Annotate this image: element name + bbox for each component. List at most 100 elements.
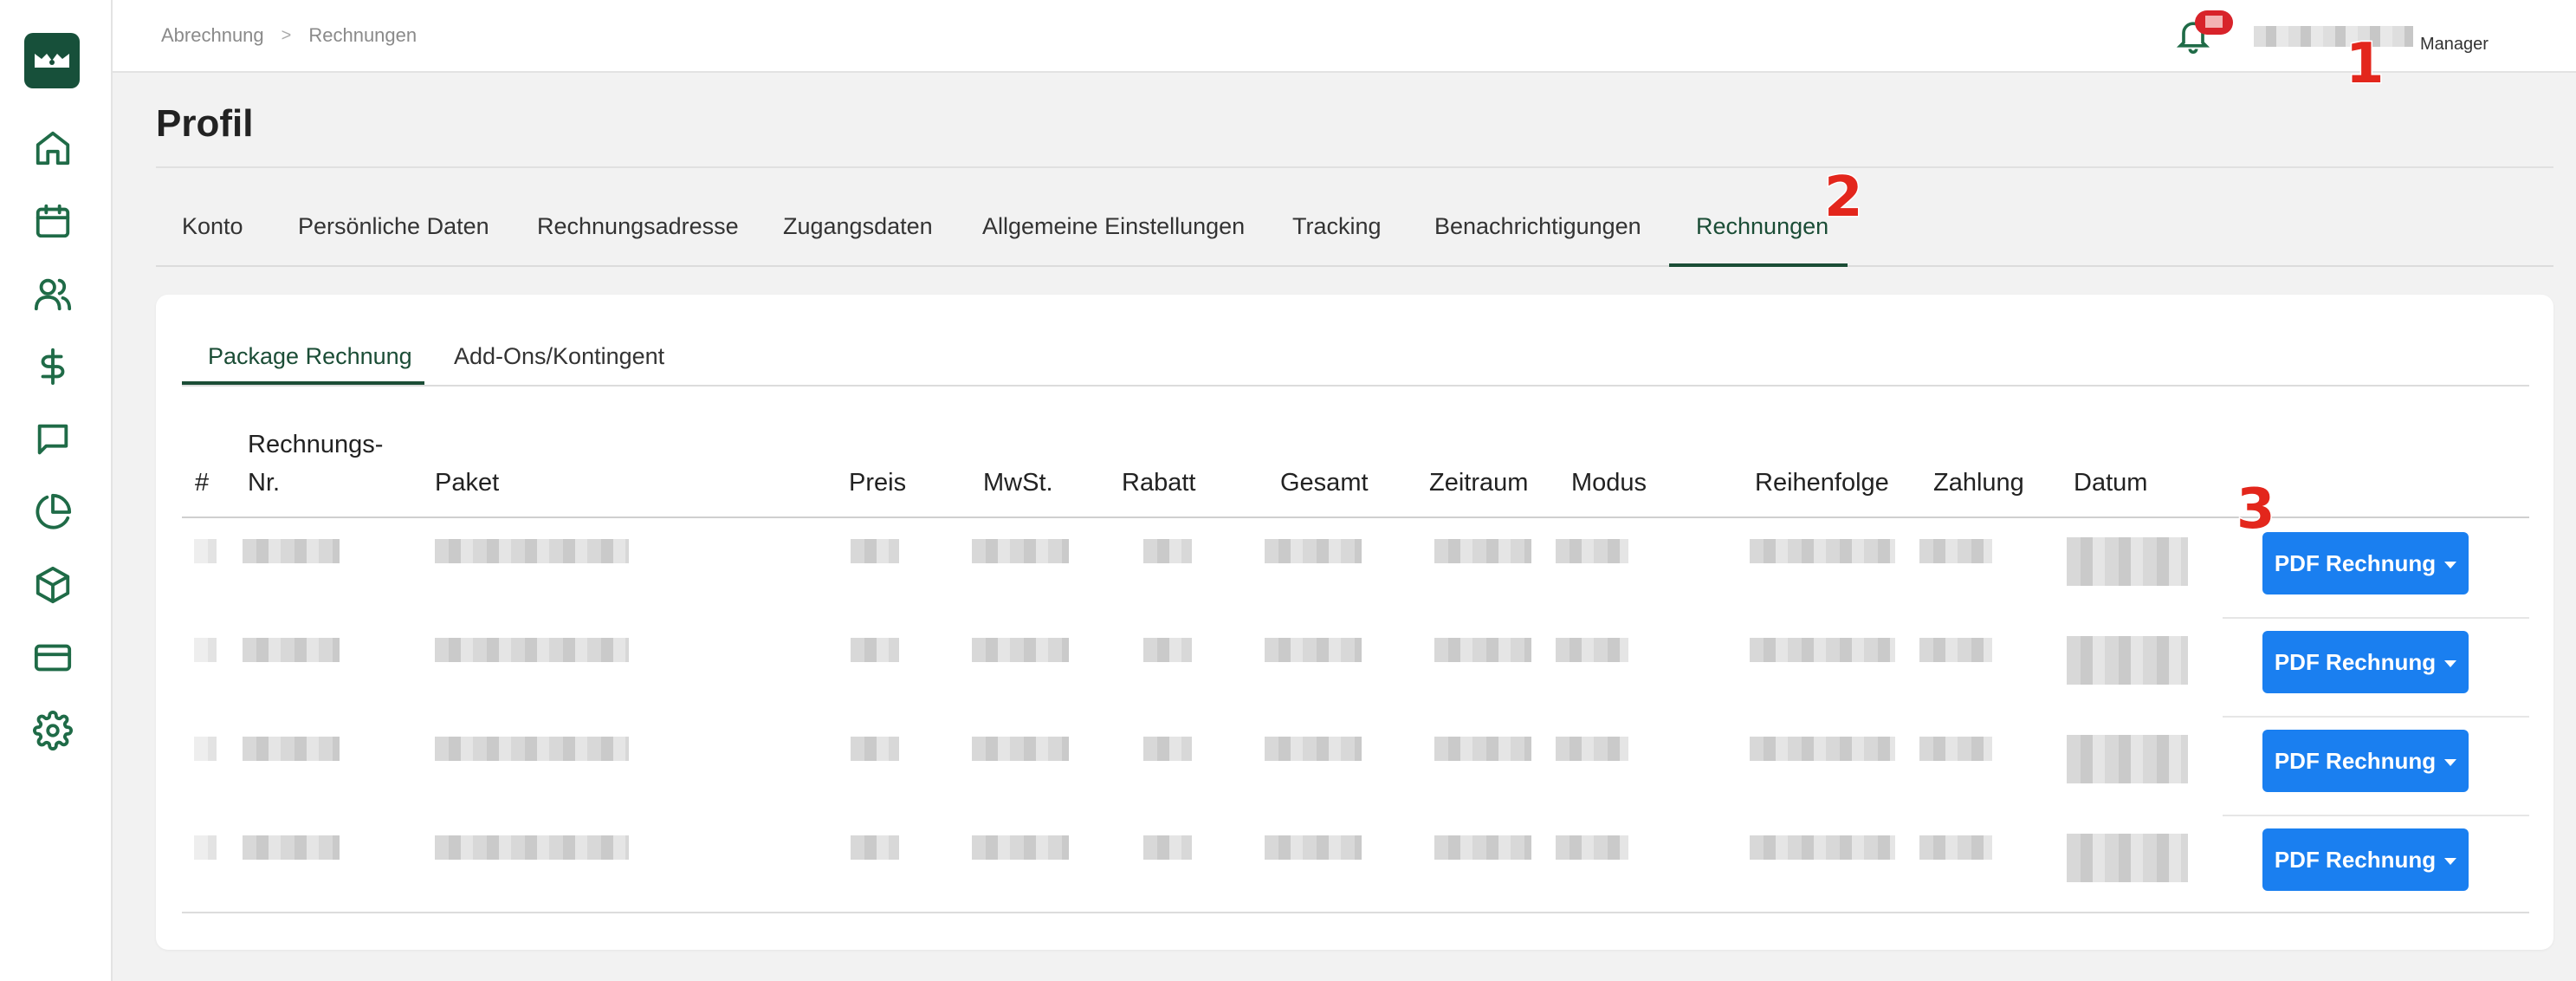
caret-down-icon: [2444, 660, 2457, 667]
breadcrumb-item-abrechnung[interactable]: Abrechnung: [161, 24, 264, 47]
user-name-redacted: [2254, 26, 2413, 47]
title-divider: [156, 166, 2553, 168]
users-icon[interactable]: [33, 274, 73, 314]
redacted-cell: [194, 638, 217, 662]
tab-benachrichtigungen[interactable]: Benachrichtigungen: [1434, 213, 1641, 240]
redacted-cell: [851, 638, 899, 662]
col-header-modus: Modus: [1571, 469, 1647, 497]
caret-down-icon: [2444, 858, 2457, 865]
invoice-card: Package Rechnung Add-Ons/Kontingent # Re…: [156, 295, 2553, 950]
pdf-rechnung-label: PDF Rechnung: [2274, 648, 2437, 675]
redacted-cell: [1265, 638, 1362, 662]
pdf-rechnung-button[interactable]: PDF Rechnung: [2262, 532, 2469, 594]
tab-rechnungsadresse[interactable]: Rechnungsadresse: [537, 213, 739, 240]
redacted-cell: [1750, 835, 1895, 860]
annotation-marker-2: 2: [1823, 166, 1865, 230]
redacted-cell: [972, 835, 1069, 860]
redacted-cell: [972, 737, 1069, 761]
col-header-zeitraum: Zeitraum: [1429, 469, 1529, 497]
redacted-cell: [1143, 539, 1192, 563]
col-header-num: #: [195, 469, 210, 497]
redacted-cell: [2067, 735, 2188, 783]
redacted-cell: [1919, 539, 1992, 563]
redacted-cell: [1919, 835, 1992, 860]
redacted-cell: [1750, 638, 1895, 662]
page-title: Profil: [156, 102, 254, 145]
redacted-cell: [1143, 835, 1192, 860]
col-header-zahlung: Zahlung: [1933, 469, 2024, 497]
redacted-cell: [243, 737, 340, 761]
redacted-cell: [194, 835, 217, 860]
redacted-cell: [1265, 737, 1362, 761]
col-header-datum: Datum: [2074, 469, 2148, 497]
pdf-rechnung-button[interactable]: PDF Rechnung: [2262, 631, 2469, 693]
row-divider: [2223, 617, 2529, 619]
redacted-cell: [851, 737, 899, 761]
calendar-icon[interactable]: [33, 201, 73, 241]
redacted-cell: [435, 539, 629, 563]
home-icon[interactable]: [33, 128, 73, 168]
chat-icon[interactable]: [33, 419, 73, 459]
pdf-rechnung-label: PDF Rechnung: [2274, 846, 2437, 873]
redacted-cell: [1265, 835, 1362, 860]
tab-zugangsdaten[interactable]: Zugangsdaten: [783, 213, 933, 240]
breadcrumb-item-rechnungen[interactable]: Rechnungen: [308, 24, 417, 47]
subtab-package-rechnung[interactable]: Package Rechnung: [208, 343, 412, 370]
redacted-cell: [972, 638, 1069, 662]
redacted-cell: [1556, 737, 1628, 761]
redacted-cell: [972, 539, 1069, 563]
logo-icon[interactable]: [24, 33, 80, 88]
col-header-gesamt: Gesamt: [1280, 469, 1369, 497]
tab-persoenliche-daten[interactable]: Persönliche Daten: [298, 213, 489, 240]
dollar-icon[interactable]: [33, 347, 73, 387]
breadcrumb-separator: >: [281, 25, 292, 45]
col-header-rabatt: Rabatt: [1122, 469, 1196, 497]
annotation-marker-1: 1: [2345, 32, 2386, 96]
redacted-cell: [243, 638, 340, 662]
redacted-cell: [435, 737, 629, 761]
redacted-cell: [1143, 638, 1192, 662]
redacted-cell: [851, 539, 899, 563]
breadcrumb: Abrechnung > Rechnungen: [161, 24, 417, 47]
pdf-rechnung-button[interactable]: PDF Rechnung: [2262, 730, 2469, 792]
redacted-cell: [243, 835, 340, 860]
box-icon[interactable]: [33, 565, 73, 605]
redacted-cell: [1265, 539, 1362, 563]
redacted-cell: [194, 737, 217, 761]
redacted-cell: [1750, 539, 1895, 563]
pdf-rechnung-button[interactable]: PDF Rechnung: [2262, 828, 2469, 891]
subtab-add-ons-kontingent[interactable]: Add-Ons/Kontingent: [454, 343, 664, 370]
redacted-cell: [1434, 539, 1531, 563]
active-subtab-indicator: [182, 381, 424, 385]
tab-allgemeine-einstellungen[interactable]: Allgemeine Einstellungen: [982, 213, 1245, 240]
col-header-paket: Paket: [435, 469, 500, 497]
tab-tracking[interactable]: Tracking: [1292, 213, 1382, 240]
redacted-cell: [435, 835, 629, 860]
settings-icon[interactable]: [33, 711, 73, 750]
pie-chart-icon[interactable]: [33, 492, 73, 532]
topbar: Abrechnung > Rechnungen Manager: [113, 0, 2576, 73]
redacted-cell: [851, 835, 899, 860]
redacted-cell: [2067, 636, 2188, 685]
col-header-reihenfolge: Reihenfolge: [1755, 469, 1889, 497]
invoice-subtabs: Package Rechnung Add-Ons/Kontingent: [182, 326, 2529, 387]
redacted-cell: [243, 539, 340, 563]
redacted-cell: [1143, 737, 1192, 761]
redacted-cell: [1434, 835, 1531, 860]
col-header-rechnungsnr-line2: Nr.: [248, 469, 281, 497]
caret-down-icon: [2444, 759, 2457, 766]
redacted-cell: [435, 638, 629, 662]
profile-tabs: Konto Persönliche Daten Rechnungsadresse…: [156, 191, 2553, 267]
table-bottom-divider: [182, 912, 2529, 913]
redacted-cell: [194, 539, 217, 563]
tab-konto[interactable]: Konto: [182, 213, 243, 240]
redacted-cell: [2067, 834, 2188, 882]
col-header-rechnungsnr-line1: Rechnungs-: [248, 431, 384, 458]
row-divider: [2223, 815, 2529, 816]
credit-card-icon[interactable]: [33, 638, 73, 678]
redacted-cell: [1556, 835, 1628, 860]
redacted-cell: [1556, 539, 1628, 563]
tab-rechnungen[interactable]: Rechnungen: [1696, 213, 1828, 240]
redacted-cell: [1556, 638, 1628, 662]
sidebar: [0, 0, 113, 981]
